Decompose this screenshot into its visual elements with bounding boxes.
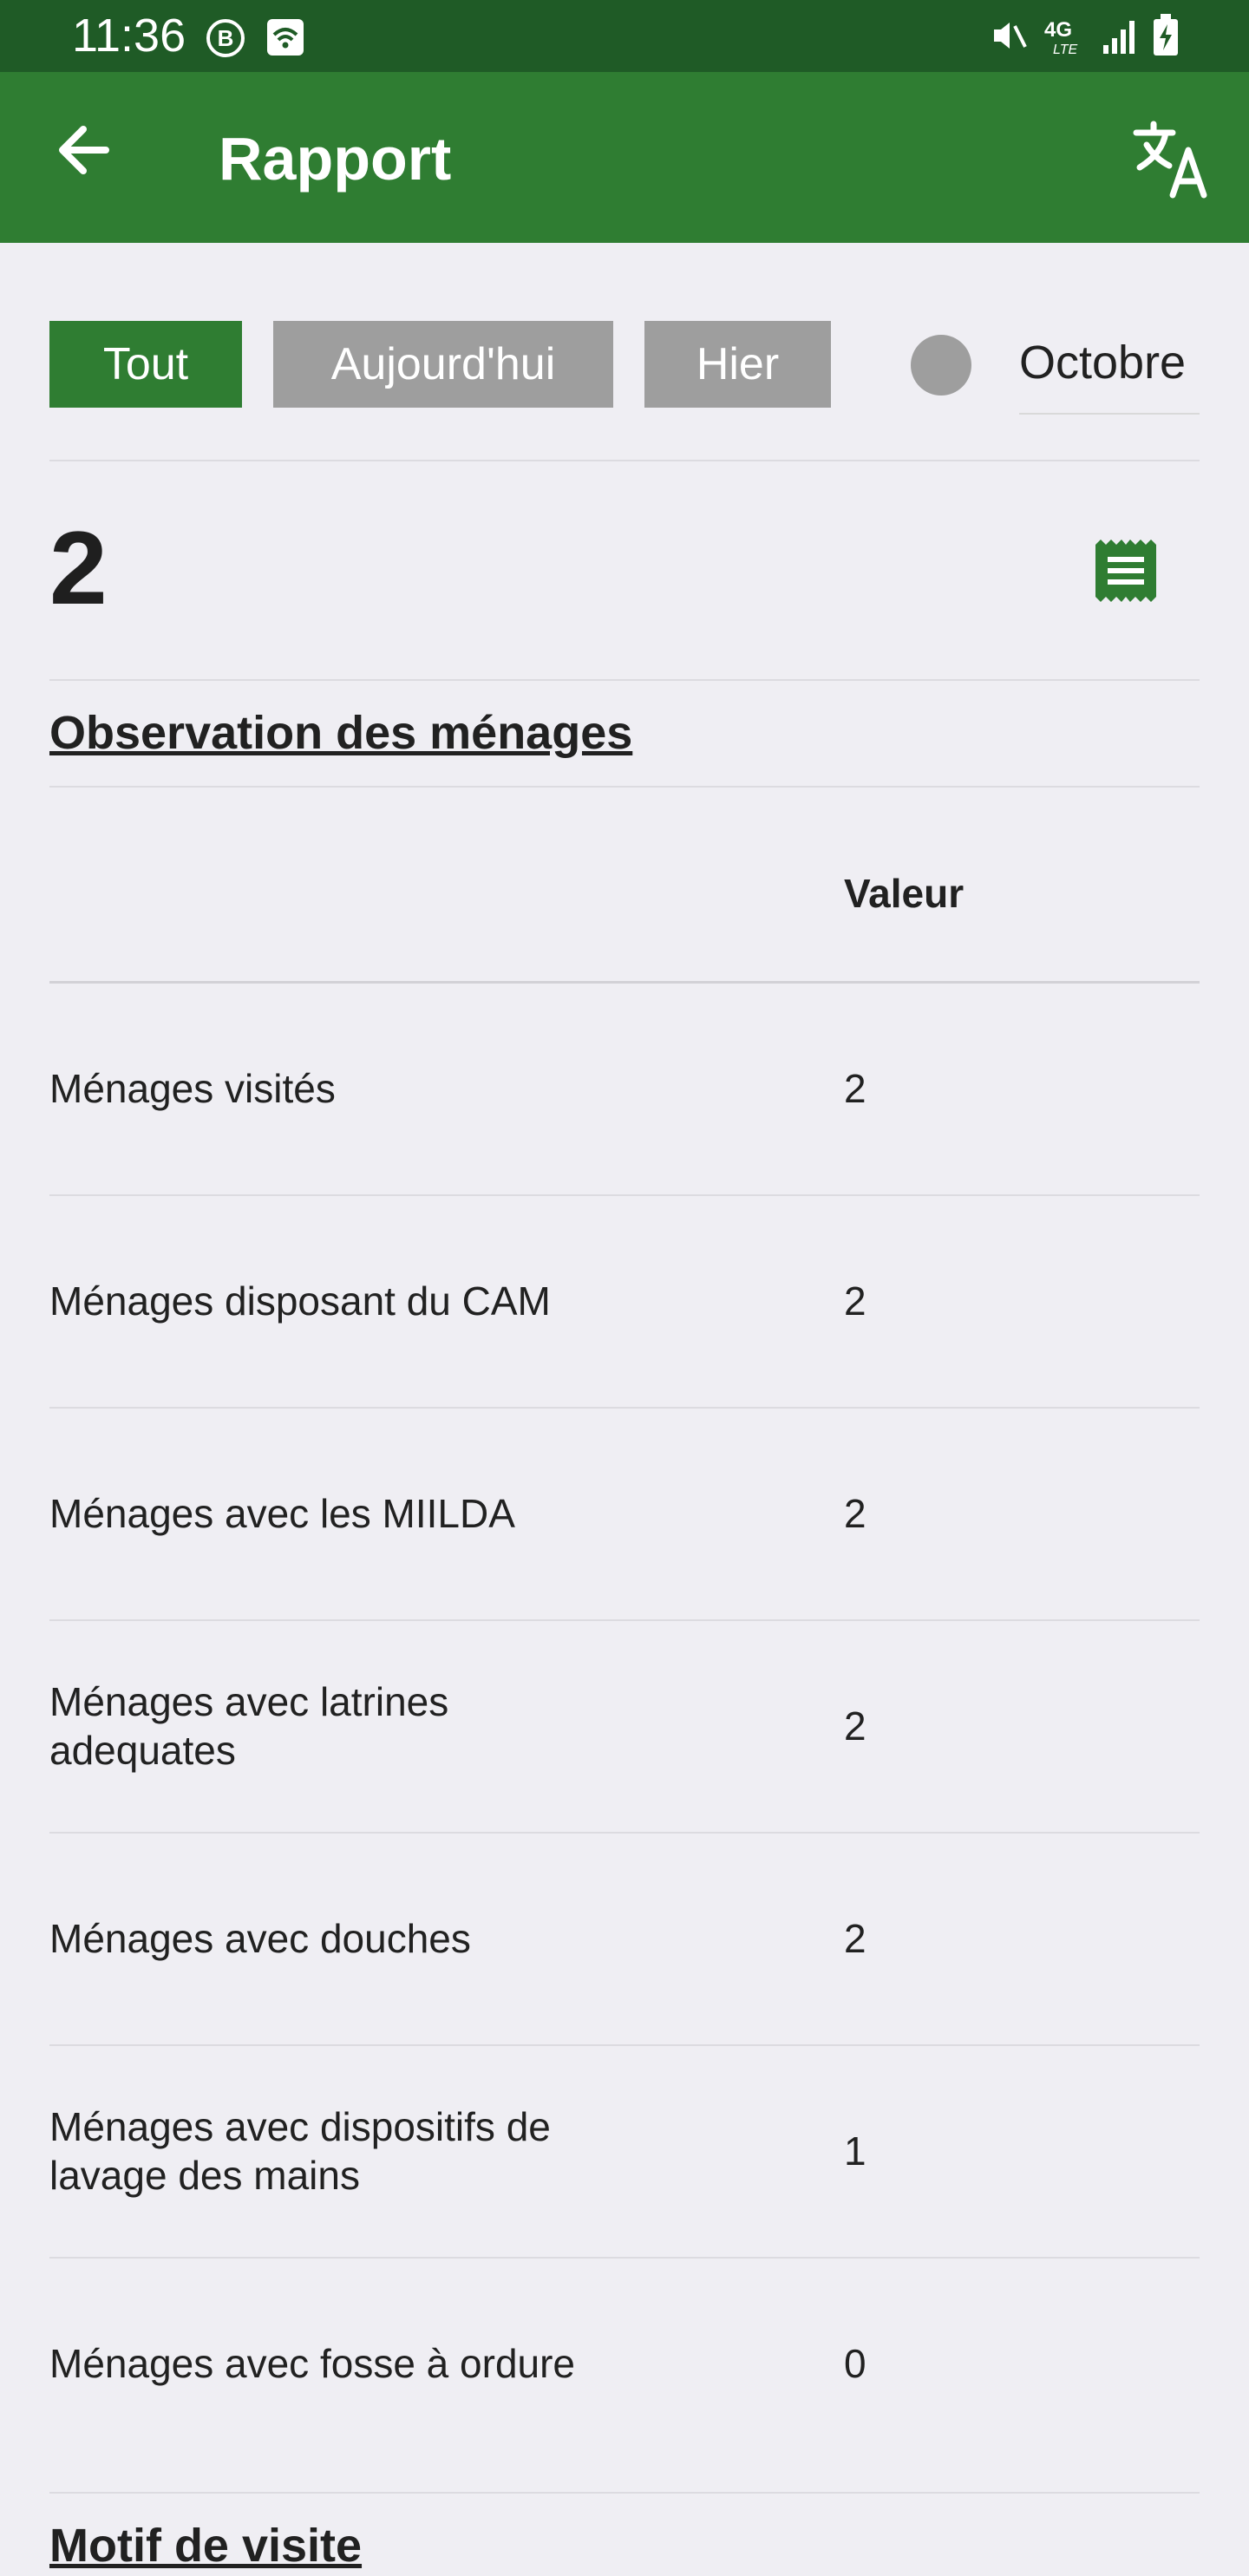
mute-icon xyxy=(994,23,1027,49)
divider xyxy=(49,786,1200,788)
table-row: Ménages avec fosse à ordure 0 xyxy=(49,2258,1200,2469)
table-row: Ménages avec douches 2 xyxy=(49,1833,1200,2044)
translate-icon[interactable] xyxy=(1128,115,1214,202)
month-select[interactable]: Octobre xyxy=(1019,319,1200,415)
row-value: 2 xyxy=(844,1916,866,1961)
svg-text:B: B xyxy=(218,25,234,51)
column-header-value: Valeur xyxy=(844,871,965,916)
row-label: Ménages avec dispositifs de lavage des m… xyxy=(49,2104,551,2198)
divider xyxy=(49,2492,1200,2494)
total-count: 2 xyxy=(49,510,108,626)
row-label: Ménages visités xyxy=(49,1066,336,1111)
row-label: Ménages avec les MIILDA xyxy=(49,1491,515,1536)
filter-row: Tout Aujourd'hui Hier Octobre xyxy=(0,319,1249,415)
row-label: Ménages avec fosse à ordure xyxy=(49,2341,576,2386)
row-value: 2 xyxy=(844,1491,866,1536)
row-value: 2 xyxy=(844,1703,866,1749)
filter-chip-tout[interactable]: Tout xyxy=(49,321,242,408)
4g-lte-icon: 4G LTE xyxy=(1044,18,1077,57)
filter-chip-today[interactable]: Aujourd'hui xyxy=(273,321,613,408)
app-bar: Rapport xyxy=(0,72,1249,243)
svg-text:4G: 4G xyxy=(1044,18,1072,42)
row-value: 1 xyxy=(844,2128,866,2174)
page-title: Rapport xyxy=(219,125,452,193)
wifi-icon xyxy=(267,19,304,56)
svg-text:LTE: LTE xyxy=(1053,42,1077,57)
row-label: Ménages avec douches xyxy=(49,1916,471,1961)
row-value: 0 xyxy=(844,2341,866,2386)
divider xyxy=(49,460,1200,461)
status-time: 11:36 xyxy=(72,10,186,62)
receipt-icon[interactable] xyxy=(1095,539,1156,602)
table-row: Ménages avec latrines adequates 2 xyxy=(49,1620,1200,1832)
arrow-left-icon[interactable] xyxy=(43,107,130,193)
month-radio[interactable] xyxy=(911,335,971,396)
table-row: Ménages visités 2 xyxy=(49,983,1200,1194)
row-label: Ménages avec latrines adequates xyxy=(49,1679,449,1773)
signal-icon xyxy=(1103,21,1135,54)
battery-charging-icon xyxy=(1154,14,1178,56)
table-row: Ménages avec dispositifs de lavage des m… xyxy=(49,2045,1200,2257)
filter-chip-yesterday[interactable]: Hier xyxy=(644,321,831,408)
table-row: Ménages disposant du CAM 2 xyxy=(49,1195,1200,1407)
status-bar: 11:36 B 4G LTE xyxy=(0,0,1249,72)
row-value: 2 xyxy=(844,1066,866,1111)
section-title-observation: Observation des ménages xyxy=(49,707,633,759)
table-row: Ménages avec les MIILDA 2 xyxy=(49,1408,1200,1619)
b-badge-icon: B xyxy=(206,19,245,57)
divider xyxy=(49,679,1200,681)
row-label: Ménages disposant du CAM xyxy=(49,1278,551,1324)
row-value: 2 xyxy=(844,1278,866,1324)
